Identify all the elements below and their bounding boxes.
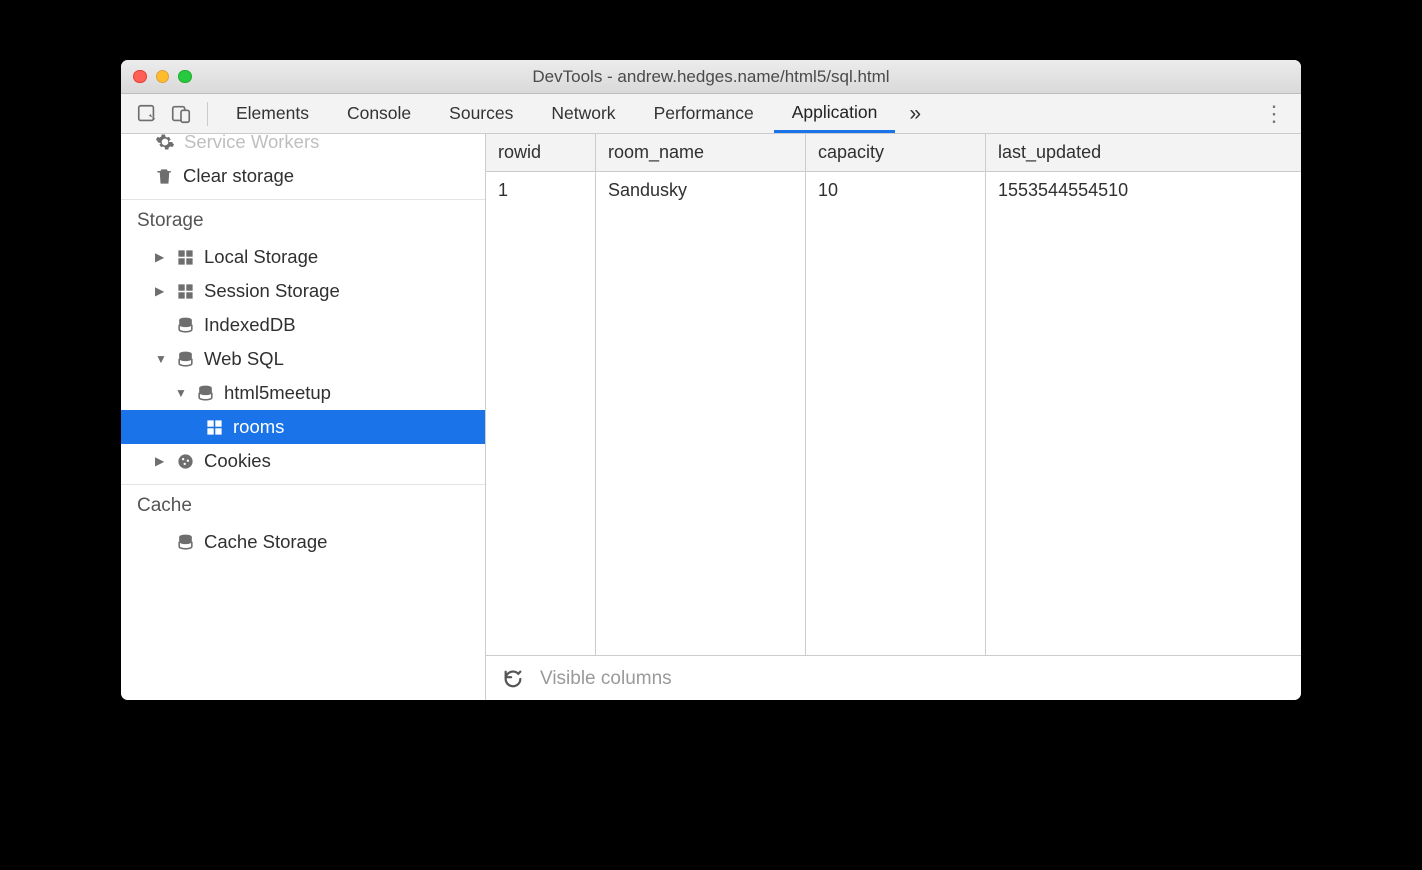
sidebar-item-label: IndexedDB [204, 314, 296, 336]
chevron-down-icon: ▼ [155, 352, 167, 366]
sidebar-item-label: rooms [233, 416, 284, 438]
sidebar-item-session-storage[interactable]: ▶ Session Storage [121, 274, 485, 308]
tab-sources[interactable]: Sources [431, 94, 531, 133]
chevron-down-icon: ▼ [175, 386, 187, 400]
sidebar-item-label: Cache Storage [204, 531, 327, 553]
sidebar-item-label: Web SQL [204, 348, 284, 370]
sidebar-item-clear-storage[interactable]: Clear storage [121, 159, 485, 193]
database-icon [196, 384, 215, 403]
tab-performance[interactable]: Performance [636, 94, 772, 133]
grid-icon [176, 248, 195, 267]
inspect-icon[interactable] [131, 98, 163, 130]
devtools-tabbar: Elements Console Sources Network Perform… [121, 94, 1301, 134]
cache-section-title: Cache [121, 484, 485, 525]
sidebar-item-label: Clear storage [183, 165, 294, 187]
sidebar-item-label: Local Storage [204, 246, 318, 268]
sidebar-item-service-workers[interactable]: Service Workers [121, 134, 485, 159]
database-icon [176, 533, 195, 552]
chevron-right-icon: ▶ [155, 250, 167, 264]
sidebar-item-cache-storage[interactable]: ▶ Cache Storage [121, 525, 485, 559]
table-view: rowid 1 room_name Sandusky capacity 10 l… [486, 134, 1301, 700]
database-icon [176, 350, 195, 369]
tab-console[interactable]: Console [329, 94, 429, 133]
sidebar-item-label: Session Storage [204, 280, 340, 302]
sidebar-item-label: Cookies [204, 450, 271, 472]
table-footer: Visible columns [486, 656, 1301, 700]
sidebar-item-local-storage[interactable]: ▶ Local Storage [121, 240, 485, 274]
sidebar-item-table-rooms[interactable]: rooms [121, 410, 485, 444]
trash-icon [155, 167, 174, 186]
storage-section-title: Storage [121, 199, 485, 240]
column-header-rowid[interactable]: rowid [486, 134, 595, 172]
cell[interactable]: 1553544554510 [986, 172, 1301, 210]
sidebar-item-cookies[interactable]: ▶ Cookies [121, 444, 485, 478]
refresh-icon[interactable] [502, 668, 524, 690]
sidebar-item-websql[interactable]: ▼ Web SQL [121, 342, 485, 376]
data-grid: rowid 1 room_name Sandusky capacity 10 l… [486, 134, 1301, 656]
column-header-room-name[interactable]: room_name [596, 134, 805, 172]
tab-application[interactable]: Application [774, 94, 896, 133]
sidebar-item-database[interactable]: ▼ html5meetup [121, 376, 485, 410]
device-toggle-icon[interactable] [165, 98, 197, 130]
more-tabs-icon[interactable]: » [899, 102, 931, 126]
cell[interactable]: 10 [806, 172, 985, 210]
database-icon [176, 316, 195, 335]
sidebar-item-indexeddb[interactable]: ▶ IndexedDB [121, 308, 485, 342]
cell[interactable]: Sandusky [596, 172, 805, 210]
cookie-icon [176, 452, 195, 471]
grid-icon [205, 418, 224, 437]
tab-network[interactable]: Network [533, 94, 633, 133]
chevron-right-icon: ▶ [155, 284, 167, 298]
application-sidebar: Service Workers Clear storage Storage ▶ … [121, 134, 486, 700]
visible-columns-label[interactable]: Visible columns [540, 668, 672, 690]
sidebar-item-label: html5meetup [224, 382, 331, 404]
titlebar: DevTools - andrew.hedges.name/html5/sql.… [121, 60, 1301, 94]
kebab-menu-icon[interactable]: ⋮ [1257, 101, 1291, 127]
gear-icon [155, 134, 175, 152]
separator [207, 102, 208, 126]
window-title: DevTools - andrew.hedges.name/html5/sql.… [121, 67, 1301, 87]
grid-icon [176, 282, 195, 301]
devtools-window: DevTools - andrew.hedges.name/html5/sql.… [121, 60, 1301, 700]
chevron-right-icon: ▶ [155, 454, 167, 468]
sidebar-item-label: Service Workers [184, 134, 319, 153]
tab-elements[interactable]: Elements [218, 94, 327, 133]
column-header-capacity[interactable]: capacity [806, 134, 985, 172]
column-header-last-updated[interactable]: last_updated [986, 134, 1301, 172]
cell[interactable]: 1 [486, 172, 595, 210]
